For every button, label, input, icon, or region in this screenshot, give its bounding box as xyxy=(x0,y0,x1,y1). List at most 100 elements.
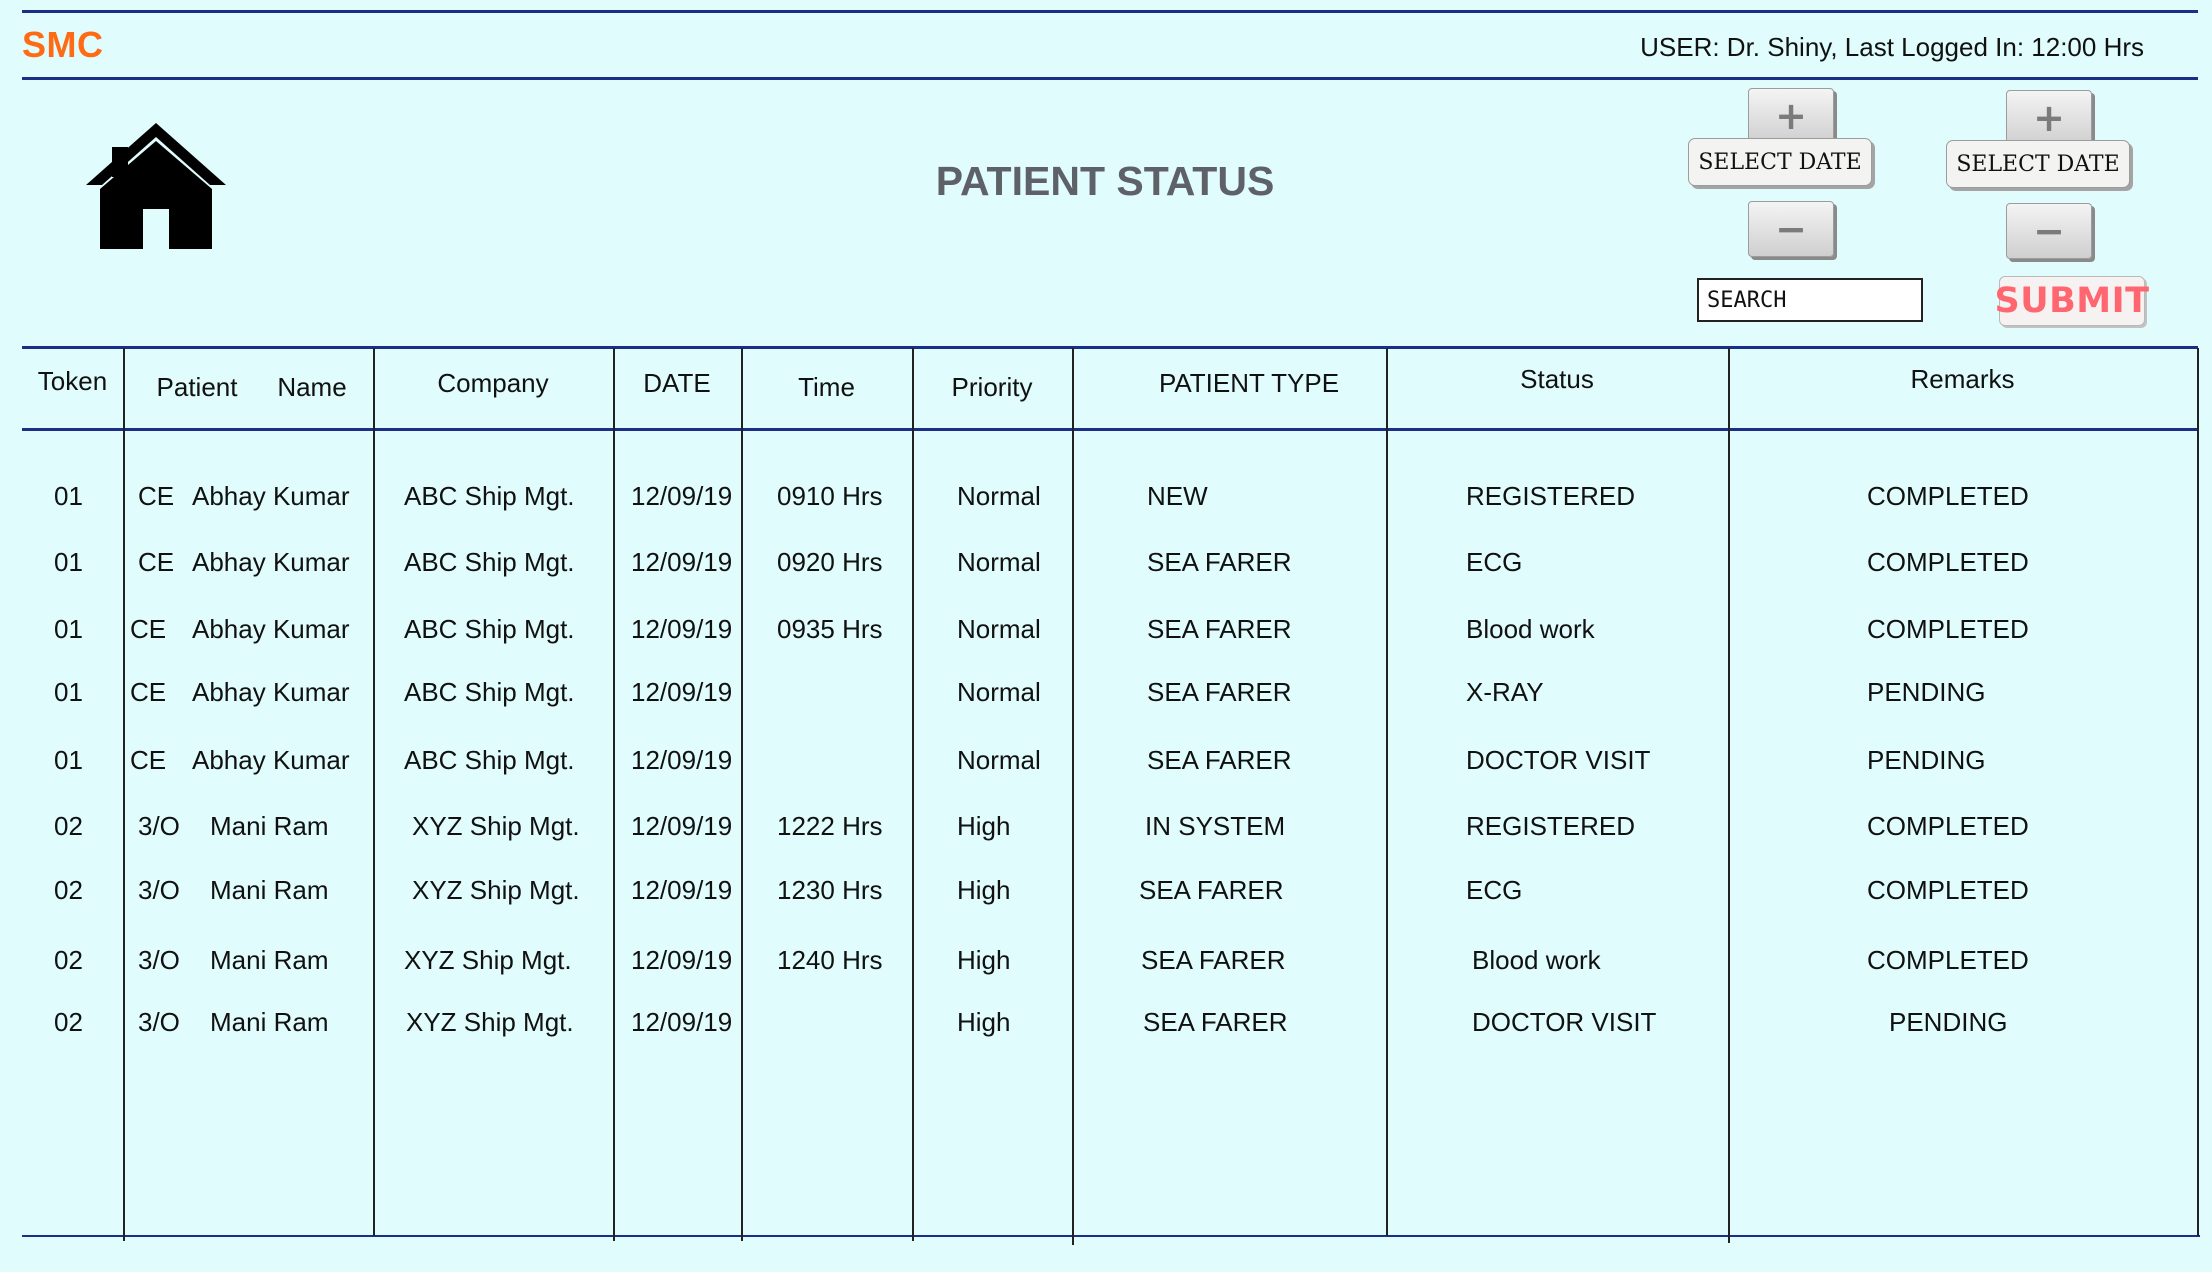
cell-name: Mani Ram xyxy=(210,810,329,841)
cell-token: 01 xyxy=(54,676,83,707)
table-row[interactable]: 02 3/O Mani Ram XYZ Ship Mgt. 12/09/19 1240 H… xyxy=(22,930,2198,990)
patient-status-table: Token Patient Name Company DATE Time Pri… xyxy=(22,346,2200,1245)
cell-date: 12/09/19 xyxy=(631,744,733,775)
date-picker-from: + − SELECT DATE xyxy=(1688,88,1878,258)
cell-status: Blood work xyxy=(1472,944,1601,975)
cell-remarks: COMPLETED xyxy=(1867,613,2029,644)
cell-patient-type: SEA FARER xyxy=(1147,744,1292,775)
plus-icon: + xyxy=(1775,94,1807,138)
cell-name: Abhay Kumar xyxy=(192,744,350,775)
cell-priority: High xyxy=(957,810,1011,841)
table-row[interactable]: 01 CE Abhay Kumar ABC Ship Mgt. 12/09/19 0920… xyxy=(22,532,2198,592)
header-remarks: Remarks xyxy=(1910,363,2015,394)
table-row[interactable]: 02 3/O Mani Ram XYZ Ship Mgt. 12/09/19 High SE… xyxy=(22,992,2198,1052)
table-row[interactable]: 02 3/O Mani Ram XYZ Ship Mgt. 12/09/19 1222 H… xyxy=(22,796,2198,856)
submit-button[interactable]: SUBMIT xyxy=(1994,276,2149,326)
cell-rank: 3/O xyxy=(138,874,180,905)
cell-name: Abhay Kumar xyxy=(192,613,350,644)
cell-status: DOCTOR VISIT xyxy=(1466,744,1651,775)
cell-priority: High xyxy=(957,944,1011,975)
select-date-button[interactable]: SELECT DATE xyxy=(1946,140,2130,188)
cell-priority: Normal xyxy=(957,744,1041,775)
minus-icon: − xyxy=(2033,209,2065,253)
header-rule xyxy=(22,77,2198,80)
cell-status: ECG xyxy=(1466,874,1523,905)
cell-token: 01 xyxy=(54,613,83,644)
cell-time: 0910 Hrs xyxy=(777,480,883,511)
header-company: Company xyxy=(437,367,549,398)
date-increment-button[interactable]: + xyxy=(1748,88,1834,144)
brand-logo: SMC xyxy=(22,24,104,65)
date-increment-button[interactable]: + xyxy=(2006,90,2092,146)
cell-token: 02 xyxy=(54,810,83,841)
cell-patient-type: SEA FARER xyxy=(1147,613,1292,644)
cell-patient-type: IN SYSTEM xyxy=(1145,810,1286,841)
cell-patient-type: SEA FARER xyxy=(1147,546,1292,577)
cell-date: 12/09/19 xyxy=(631,810,733,841)
cell-remarks: PENDING xyxy=(1867,676,1986,707)
cell-company: XYZ Ship Mgt. xyxy=(412,874,580,905)
cell-rank: CE xyxy=(130,744,167,775)
cell-time: 0935 Hrs xyxy=(777,613,883,644)
table-row[interactable]: 01 CE Abhay Kumar ABC Ship Mgt. 12/09/19 0935… xyxy=(22,599,2198,659)
table-row[interactable]: 01 CE Abhay Kumar ABC Ship Mgt. 12/09/19 Norm… xyxy=(22,730,2198,790)
cell-time: 0920 Hrs xyxy=(777,546,883,577)
cell-rank: CE xyxy=(138,480,175,511)
cell-priority: High xyxy=(957,1006,1011,1037)
cell-time: 1222 Hrs xyxy=(777,810,883,841)
table-row[interactable]: 01 CE Abhay Kumar ABC Ship Mgt. 12/09/19 0910… xyxy=(22,466,2198,526)
cell-name: Abhay Kumar xyxy=(192,480,350,511)
cell-name: Mani Ram xyxy=(210,874,329,905)
header-time: Time xyxy=(798,371,855,402)
cell-rank: CE xyxy=(130,613,167,644)
cell-priority: Normal xyxy=(957,676,1041,707)
cell-status: ECG xyxy=(1466,546,1523,577)
date-decrement-button[interactable]: − xyxy=(2006,203,2092,259)
header-status: Status xyxy=(1520,363,1594,394)
header-priority: Priority xyxy=(951,371,1033,402)
cell-status: X-RAY xyxy=(1466,676,1544,707)
header-patient: Patient xyxy=(156,371,238,402)
cell-patient-type: SEA FARER xyxy=(1143,1006,1288,1037)
cell-remarks: COMPLETED xyxy=(1867,944,2029,975)
cell-status: REGISTERED xyxy=(1466,480,1636,511)
table-row[interactable]: 01 CE Abhay Kumar ABC Ship Mgt. 12/09/19 Norm… xyxy=(22,662,2198,722)
cell-company: ABC Ship Mgt. xyxy=(404,480,575,511)
cell-priority: Normal xyxy=(957,613,1041,644)
cell-priority: High xyxy=(957,874,1011,905)
cell-date: 12/09/19 xyxy=(631,676,733,707)
search-input[interactable] xyxy=(1697,278,1923,322)
header-token: Token xyxy=(37,365,108,396)
select-date-button[interactable]: SELECT DATE xyxy=(1688,138,1872,186)
cell-patient-type: SEA FARER xyxy=(1147,676,1292,707)
cell-remarks: PENDING xyxy=(1867,744,1986,775)
user-info: USER: Dr. Shiny, Last Logged In: 12:00 H… xyxy=(1640,32,2144,62)
cell-date: 12/09/19 xyxy=(631,874,733,905)
table-row[interactable]: 02 3/O Mani Ram XYZ Ship Mgt. 12/09/19 1230 H… xyxy=(22,860,2198,920)
date-decrement-button[interactable]: − xyxy=(1748,201,1834,257)
cell-rank: CE xyxy=(138,546,175,577)
cell-token: 01 xyxy=(54,744,83,775)
cell-token: 01 xyxy=(54,546,83,577)
page-title: PATIENT STATUS xyxy=(935,158,1275,204)
cell-time: 1240 Hrs xyxy=(777,944,883,975)
cell-company: ABC Ship Mgt. xyxy=(404,613,575,644)
header-date: DATE xyxy=(643,367,711,398)
cell-company: ABC Ship Mgt. xyxy=(404,546,575,577)
cell-rank: 3/O xyxy=(138,810,180,841)
cell-date: 12/09/19 xyxy=(631,546,733,577)
cell-rank: CE xyxy=(130,676,167,707)
cell-date: 12/09/19 xyxy=(631,944,733,975)
cell-company: XYZ Ship Mgt. xyxy=(404,944,572,975)
cell-remarks: COMPLETED xyxy=(1867,480,2029,511)
cell-name: Abhay Kumar xyxy=(192,546,350,577)
top-rule xyxy=(22,10,2198,13)
cell-patient-type: NEW xyxy=(1147,480,1208,511)
cell-company: XYZ Ship Mgt. xyxy=(412,810,580,841)
cell-date: 12/09/19 xyxy=(631,1006,733,1037)
cell-remarks: COMPLETED xyxy=(1867,874,2029,905)
cell-token: 02 xyxy=(54,944,83,975)
cell-token: 02 xyxy=(54,1006,83,1037)
cell-date: 12/09/19 xyxy=(631,613,733,644)
cell-name: Mani Ram xyxy=(210,944,329,975)
